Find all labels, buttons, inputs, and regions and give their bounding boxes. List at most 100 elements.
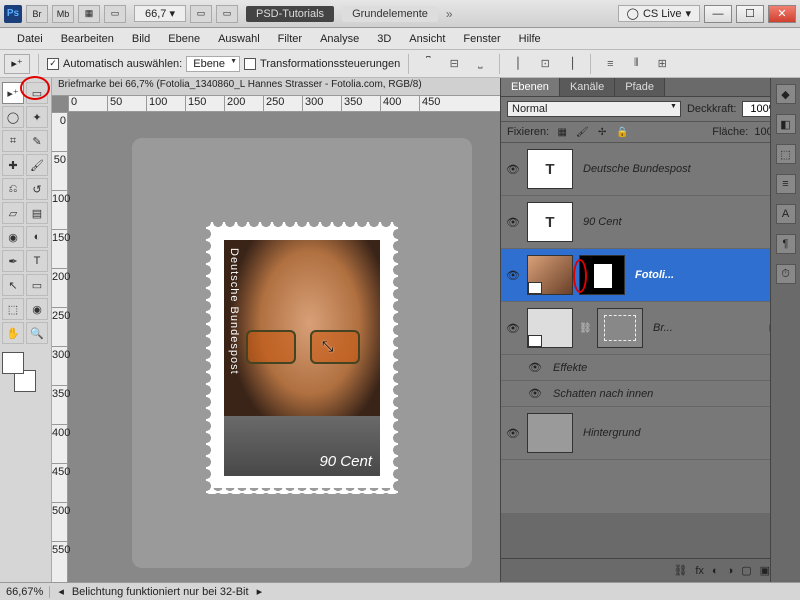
mask-icon[interactable]: ◐ bbox=[712, 565, 719, 577]
blur-tool[interactable]: ◉ bbox=[2, 226, 24, 248]
type-tool[interactable]: T bbox=[26, 250, 48, 272]
menu-datei[interactable]: Datei bbox=[8, 31, 52, 47]
visibility-icon[interactable]: 👁 bbox=[505, 163, 521, 176]
layer-name[interactable]: Hintergrund bbox=[579, 427, 776, 439]
tab-ebenen[interactable]: Ebenen bbox=[501, 78, 560, 96]
document-tab[interactable]: Briefmarke bei 66,7% (Fotolia_1340860_L … bbox=[52, 78, 500, 96]
distribute-3-icon[interactable]: ⊞ bbox=[651, 54, 673, 74]
artboard-tool[interactable]: ▭ bbox=[26, 82, 48, 104]
layer-row[interactable]: 👁 Hintergrund 🔒 bbox=[501, 407, 800, 460]
pen-tool[interactable]: ✒ bbox=[2, 250, 24, 272]
bridge-button[interactable]: Br bbox=[26, 5, 48, 23]
adjustment-icon[interactable]: ◑ bbox=[727, 565, 734, 577]
minibridge-button[interactable]: Mb bbox=[52, 5, 74, 23]
lasso-tool[interactable]: ◯ bbox=[2, 106, 24, 128]
fg-color[interactable] bbox=[2, 352, 24, 374]
menu-3d[interactable]: 3D bbox=[368, 31, 400, 47]
visibility-icon[interactable]: 👁 bbox=[505, 269, 521, 282]
menu-analyse[interactable]: Analyse bbox=[311, 31, 368, 47]
new-layer-icon[interactable]: ▣ bbox=[760, 564, 770, 577]
layer-thumb-vector[interactable] bbox=[597, 308, 643, 348]
ruler-vertical[interactable]: 050100150200250300350400450500550 bbox=[52, 112, 68, 582]
layer-name[interactable]: Br... bbox=[649, 322, 763, 334]
auto-select-checkbox[interactable]: ✓ bbox=[47, 58, 59, 70]
crop-tool[interactable]: ⌗ bbox=[2, 130, 24, 152]
menu-filter[interactable]: Filter bbox=[269, 31, 311, 47]
visibility-icon[interactable]: 👁 bbox=[527, 387, 543, 400]
link-layers-icon[interactable]: ⛓ bbox=[673, 564, 687, 577]
align-bottom-icon[interactable]: ⎵ bbox=[469, 54, 491, 74]
visibility-icon[interactable]: 👁 bbox=[505, 216, 521, 229]
paragraph-panel-icon[interactable]: ¶ bbox=[776, 234, 796, 254]
fx-icon[interactable]: fx bbox=[695, 565, 704, 577]
menu-hilfe[interactable]: Hilfe bbox=[510, 31, 550, 47]
camera-tool[interactable]: ◉ bbox=[26, 298, 48, 320]
workspace-tab-grundelemente[interactable]: Grundelemente bbox=[342, 6, 438, 22]
menu-bild[interactable]: Bild bbox=[123, 31, 159, 47]
layer-thumb-smart[interactable] bbox=[527, 308, 573, 348]
close-button[interactable]: ✕ bbox=[768, 5, 796, 23]
layer-row[interactable]: 👁 T 90 Cent bbox=[501, 196, 800, 249]
styles-panel-icon[interactable]: ≡ bbox=[776, 174, 796, 194]
visibility-icon[interactable]: 👁 bbox=[505, 427, 521, 440]
wand-tool[interactable]: ✦ bbox=[26, 106, 48, 128]
group-icon[interactable]: ▢ bbox=[741, 564, 751, 577]
distribute-v-icon[interactable]: ⫴ bbox=[625, 54, 647, 74]
align-left-icon[interactable]: ⎢ bbox=[508, 54, 530, 74]
menu-fenster[interactable]: Fenster bbox=[454, 31, 509, 47]
align-right-icon[interactable]: ⎥ bbox=[560, 54, 582, 74]
menu-ansicht[interactable]: Ansicht bbox=[400, 31, 454, 47]
layer-row[interactable]: 👁 ⛓ Br... fx ▾ bbox=[501, 302, 800, 355]
move-tool[interactable]: ▸⁺ bbox=[2, 82, 24, 104]
lock-position-icon[interactable]: ✢ bbox=[595, 125, 609, 139]
gradient-tool[interactable]: ▤ bbox=[26, 202, 48, 224]
link-icon[interactable]: ⛓ bbox=[579, 323, 591, 334]
stamp-tool[interactable]: ⎌ bbox=[2, 178, 24, 200]
tab-kanaele[interactable]: Kanäle bbox=[560, 78, 615, 96]
brush-tool[interactable]: 🖌 bbox=[26, 154, 48, 176]
stamp-object[interactable]: Deutsche Bundespost 90 Cent bbox=[212, 228, 392, 488]
distribute-h-icon[interactable]: ≡ bbox=[599, 54, 621, 74]
status-next-icon[interactable]: ▸ bbox=[257, 585, 263, 598]
layer-row[interactable]: 👁 T Deutsche Bundespost bbox=[501, 143, 800, 196]
adjustments-panel-icon[interactable]: ⬚ bbox=[776, 144, 796, 164]
shape-tool[interactable]: ▭ bbox=[26, 274, 48, 296]
current-tool-icon[interactable]: ▸⁺ bbox=[4, 54, 30, 74]
tab-pfade[interactable]: Pfade bbox=[615, 78, 665, 96]
status-prev-icon[interactable]: ◂ bbox=[58, 585, 64, 598]
layer-thumb-mask[interactable] bbox=[579, 255, 625, 295]
layer-row-selected[interactable]: 👁 Fotoli... bbox=[501, 249, 800, 302]
menu-auswahl[interactable]: Auswahl bbox=[209, 31, 269, 47]
fx-item[interactable]: 👁 Schatten nach innen bbox=[501, 381, 800, 407]
eraser-tool[interactable]: ▱ bbox=[2, 202, 24, 224]
layer-thumb-text[interactable]: T bbox=[527, 202, 573, 242]
swatches-panel-icon[interactable]: ◧ bbox=[776, 114, 796, 134]
workspace-more-icon[interactable]: » bbox=[446, 7, 453, 21]
path-tool[interactable]: ↖ bbox=[2, 274, 24, 296]
lock-all-icon[interactable]: 🔒 bbox=[615, 125, 629, 139]
hand-tool[interactable]: ✋ bbox=[2, 322, 24, 344]
color-swatch[interactable] bbox=[2, 352, 42, 392]
menu-ebene[interactable]: Ebene bbox=[159, 31, 209, 47]
lock-transparency-icon[interactable]: ▦ bbox=[555, 125, 569, 139]
view-extras-button[interactable]: ▦ bbox=[78, 5, 100, 23]
workspace-tab-psdtutorials[interactable]: PSD-Tutorials bbox=[246, 6, 334, 22]
visibility-icon[interactable]: 👁 bbox=[505, 322, 521, 335]
3d-tool[interactable]: ⬚ bbox=[2, 298, 24, 320]
status-zoom[interactable]: 66,67% bbox=[6, 586, 50, 598]
dodge-tool[interactable]: ◐ bbox=[26, 226, 48, 248]
eyedropper-tool[interactable]: ✎ bbox=[26, 130, 48, 152]
fx-header[interactable]: 👁 Effekte bbox=[501, 355, 800, 381]
align-hcenter-icon[interactable]: ⊡ bbox=[534, 54, 556, 74]
zoom-field[interactable]: 66,7 ▾ bbox=[134, 5, 186, 22]
lock-pixels-icon[interactable]: 🖌 bbox=[575, 125, 589, 139]
cslive-button[interactable]: ◯ CS Live ▾ bbox=[618, 5, 700, 22]
arrange-button[interactable]: ▭ bbox=[190, 5, 212, 23]
zoom-tool[interactable]: 🔍 bbox=[26, 322, 48, 344]
blend-mode-combo[interactable]: Normal bbox=[507, 101, 681, 117]
layer-thumb-text[interactable]: T bbox=[527, 149, 573, 189]
canvas[interactable]: Deutsche Bundespost 90 Cent ⤡ bbox=[132, 138, 472, 568]
heal-tool[interactable]: ✚ bbox=[2, 154, 24, 176]
character-panel-icon[interactable]: A bbox=[776, 204, 796, 224]
visibility-icon[interactable]: 👁 bbox=[527, 361, 543, 374]
